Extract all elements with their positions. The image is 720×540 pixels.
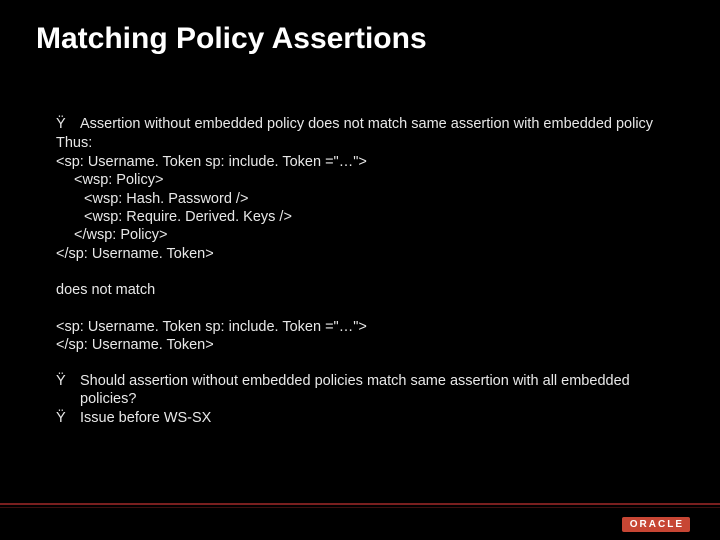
oracle-logo-text: ORACLE [622,517,690,532]
bullet-mark: Ÿ [56,116,80,133]
slide-body: ŸAssertion without embedded policy does … [56,116,680,429]
code-line: </wsp: Policy> [56,227,680,244]
bullet-item: ŸShould assertion without embedded polic… [56,373,680,408]
bullet-text: Issue before WS-SX [80,410,680,427]
bullet-item: ŸIssue before WS-SX [56,410,680,427]
code-line: Thus: [56,135,680,152]
footer-divider [0,503,720,508]
bullet-mark: Ÿ [56,373,80,390]
code-line: <wsp: Require. Derived. Keys /> [56,209,680,226]
bullet-text: Should assertion without embedded polici… [80,373,680,408]
code-line: <sp: Username. Token sp: include. Token … [56,154,680,171]
mid-text: does not match [56,282,680,299]
code-line: <wsp: Policy> [56,172,680,189]
slide: Matching Policy Assertions ŸAssertion wi… [0,0,720,540]
bullet-mark: Ÿ [56,410,80,427]
bullet-text: Assertion without embedded policy does n… [80,116,680,133]
code-line: <sp: Username. Token sp: include. Token … [56,319,680,336]
oracle-logo: ORACLE [622,516,690,532]
slide-title: Matching Policy Assertions [36,22,427,56]
code-line: </sp: Username. Token> [56,246,680,263]
code-line: <wsp: Hash. Password /> [56,191,680,208]
bullet-item: ŸAssertion without embedded policy does … [56,116,680,133]
code-line: </sp: Username. Token> [56,337,680,354]
